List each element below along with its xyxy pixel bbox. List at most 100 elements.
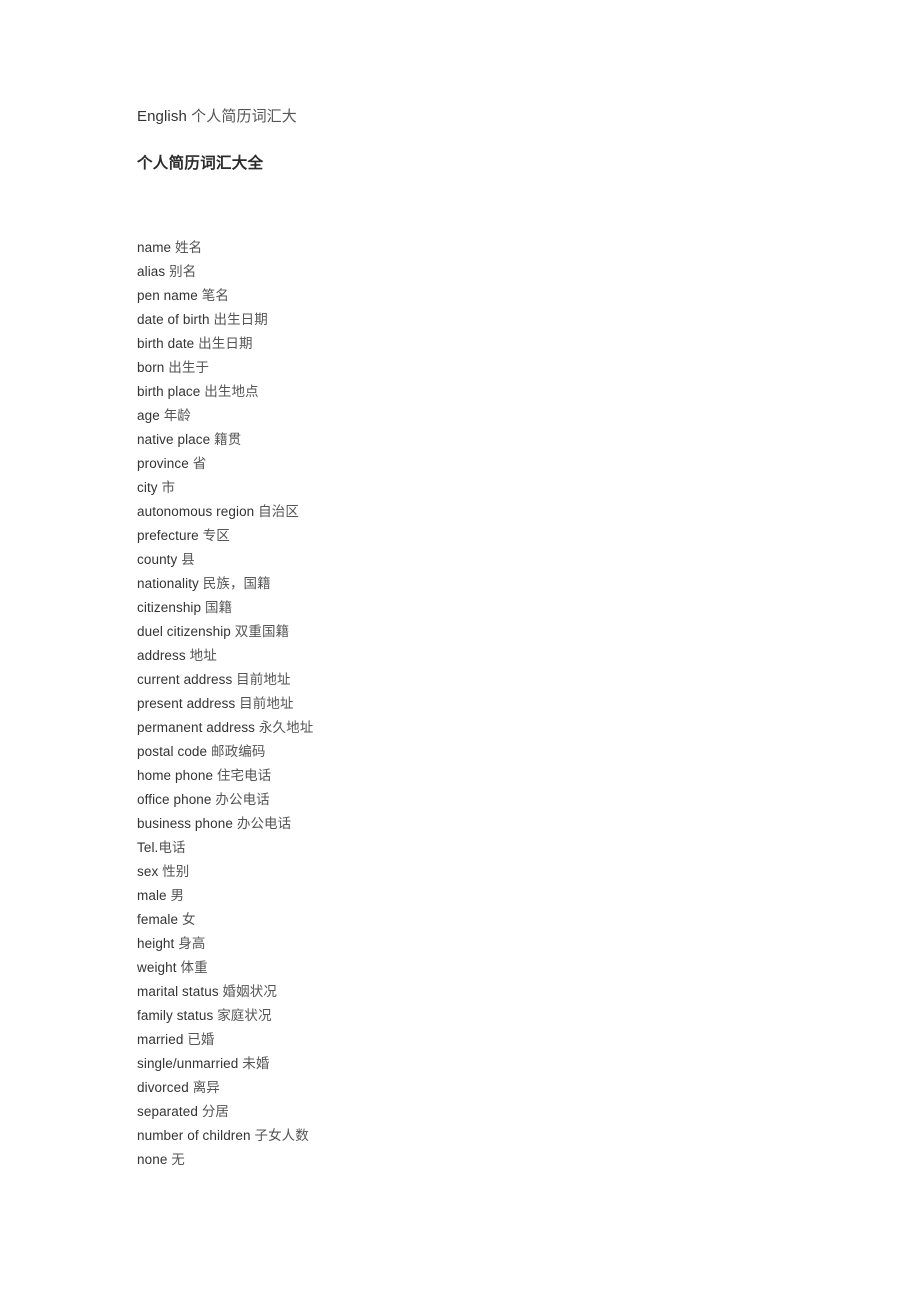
vocabulary-gloss-chinese: 家庭状况 — [217, 1008, 272, 1024]
vocabulary-entry: born 出生于 — [137, 356, 837, 380]
vocabulary-entry: current address 目前地址 — [137, 668, 837, 692]
vocabulary-entry: office phone 办公电话 — [137, 788, 837, 812]
vocabulary-gloss-chinese: 籍贯 — [214, 432, 242, 448]
vocabulary-gloss-chinese: 男 — [170, 888, 185, 904]
vocabulary-term-english: birth date — [137, 336, 195, 351]
vocabulary-term-english: province — [137, 456, 189, 471]
vocabulary-term-english: separated — [137, 1104, 198, 1119]
vocabulary-entry: address 地址 — [137, 644, 837, 668]
vocabulary-list: name 姓名 alias 别名 pen name 笔名 date of birth … — [137, 236, 837, 1172]
vocabulary-gloss-chinese: 办公电话 — [236, 816, 292, 832]
vocabulary-entry: city 市 — [137, 476, 837, 500]
vocabulary-gloss-chinese: 姓名 — [175, 240, 203, 256]
document-title-chinese: 个人简历词汇大 — [191, 107, 297, 125]
vocabulary-entry: citizenship 国籍 — [137, 596, 837, 620]
vocabulary-entry: male 男 — [137, 884, 837, 908]
vocabulary-gloss-chinese: 住宅电话 — [216, 768, 272, 784]
vocabulary-term-english: divorced — [137, 1080, 189, 1095]
vocabulary-entry: female 女 — [137, 908, 837, 932]
vocabulary-gloss-chinese: 女 — [181, 912, 196, 928]
vocabulary-term-english: born — [137, 360, 165, 375]
vocabulary-term-english: prefecture — [137, 528, 199, 543]
vocabulary-gloss-chinese: 婚姻状况 — [222, 984, 277, 1000]
vocabulary-entry: date of birth 出生日期 — [137, 308, 837, 332]
vocabulary-gloss-chinese: 已婚 — [187, 1032, 215, 1048]
vocabulary-term-english: business phone — [137, 816, 233, 831]
vocabulary-term-english: none — [137, 1152, 168, 1167]
vocabulary-term-english: married — [137, 1032, 184, 1047]
vocabulary-entry: birth place 出生地点 — [137, 380, 837, 404]
vocabulary-term-english: citizenship — [137, 600, 202, 615]
vocabulary-gloss-chinese: 办公电话 — [215, 792, 270, 808]
vocabulary-gloss-chinese: 无 — [171, 1152, 185, 1168]
vocabulary-gloss-chinese: 县 — [181, 552, 195, 568]
vocabulary-entry: postal code 邮政编码 — [137, 740, 837, 764]
vocabulary-entry: alias 别名 — [137, 260, 837, 284]
vocabulary-term-english: pen name — [137, 288, 198, 303]
vocabulary-entry: separated 分居 — [137, 1100, 837, 1124]
vocabulary-term-english: native place — [137, 432, 211, 447]
vocabulary-term-english: city — [137, 480, 158, 495]
vocabulary-entry: county 县 — [137, 548, 837, 572]
vocabulary-gloss-chinese: 民族，国籍 — [202, 576, 271, 592]
vocabulary-entry: height 身高 — [137, 932, 837, 956]
vocabulary-term-english: date of birth — [137, 312, 210, 327]
vocabulary-entry: marital status 婚姻状况 — [137, 980, 837, 1004]
vocabulary-gloss-chinese: 双重国籍 — [234, 624, 290, 640]
vocabulary-term-english: weight — [137, 960, 177, 975]
vocabulary-gloss-chinese: 分居 — [201, 1104, 230, 1120]
heading-list-spacer — [137, 174, 837, 236]
vocabulary-term-english: age — [137, 408, 160, 423]
document-title-english: English — [137, 108, 192, 125]
vocabulary-gloss-chinese: 永久地址 — [258, 720, 314, 736]
vocabulary-term-english: family status — [137, 1008, 214, 1023]
vocabulary-gloss-chinese: 别名 — [169, 264, 197, 280]
vocabulary-gloss-chinese: 市 — [161, 480, 176, 496]
vocabulary-entry: present address 目前地址 — [137, 692, 837, 716]
vocabulary-gloss-chinese: 邮政编码 — [211, 744, 266, 760]
vocabulary-gloss-chinese: 电话 — [158, 840, 186, 856]
vocabulary-gloss-chinese: 自治区 — [258, 504, 299, 520]
vocabulary-term-english: autonomous region — [137, 504, 255, 519]
vocabulary-entry: prefecture 专区 — [137, 524, 837, 548]
vocabulary-gloss-chinese: 子女人数 — [254, 1128, 309, 1144]
vocabulary-term-english: height — [137, 936, 175, 951]
document-body: English 个人简历词汇大 个人简历词汇大全 name 姓名 alias 别名… — [137, 105, 837, 1172]
document-title-line: English 个人简历词汇大 — [137, 105, 837, 128]
vocabulary-term-english: marital status — [137, 984, 219, 999]
vocabulary-entry: permanent address 永久地址 — [137, 716, 837, 740]
vocabulary-entry: age 年龄 — [137, 404, 837, 428]
vocabulary-entry: home phone 住宅电话 — [137, 764, 837, 788]
vocabulary-gloss-chinese: 地址 — [189, 648, 217, 664]
vocabulary-term-english: county — [137, 552, 178, 567]
vocabulary-gloss-chinese: 笔名 — [201, 288, 229, 304]
vocabulary-term-english: female — [137, 912, 179, 927]
vocabulary-entry: number of children 子女人数 — [137, 1124, 837, 1148]
section-heading: 个人简历词汇大全 — [137, 154, 264, 172]
vocabulary-gloss-chinese: 出生地点 — [204, 384, 259, 400]
vocabulary-term-english: alias — [137, 264, 166, 279]
vocabulary-gloss-chinese: 未婚 — [242, 1056, 270, 1072]
vocabulary-gloss-chinese: 性别 — [162, 864, 190, 880]
vocabulary-gloss-chinese: 国籍 — [205, 600, 233, 616]
vocabulary-term-english: nationality — [137, 576, 199, 591]
vocabulary-gloss-chinese: 省 — [192, 456, 207, 472]
vocabulary-entry: divorced 离异 — [137, 1076, 837, 1100]
vocabulary-term-english: home phone — [137, 768, 214, 783]
vocabulary-term-english: single/unmarried — [137, 1056, 239, 1071]
vocabulary-term-english: sex — [137, 864, 159, 879]
vocabulary-entry: family status 家庭状况 — [137, 1004, 837, 1028]
vocabulary-entry: married 已婚 — [137, 1028, 837, 1052]
vocabulary-entry: none 无 — [137, 1148, 837, 1172]
vocabulary-entry: nationality 民族，国籍 — [137, 572, 837, 596]
vocabulary-gloss-chinese: 离异 — [192, 1080, 220, 1096]
vocabulary-entry: name 姓名 — [137, 236, 837, 260]
vocabulary-gloss-chinese: 身高 — [178, 936, 206, 952]
vocabulary-term-english: duel citizenship — [137, 624, 231, 639]
vocabulary-term-english: office phone — [137, 792, 212, 807]
vocabulary-term-english: postal code — [137, 744, 208, 759]
vocabulary-entry: Tel.电话 — [137, 836, 837, 860]
vocabulary-term-english: address — [137, 648, 186, 663]
vocabulary-term-english: current address — [137, 672, 233, 687]
vocabulary-entry: autonomous region 自治区 — [137, 500, 837, 524]
